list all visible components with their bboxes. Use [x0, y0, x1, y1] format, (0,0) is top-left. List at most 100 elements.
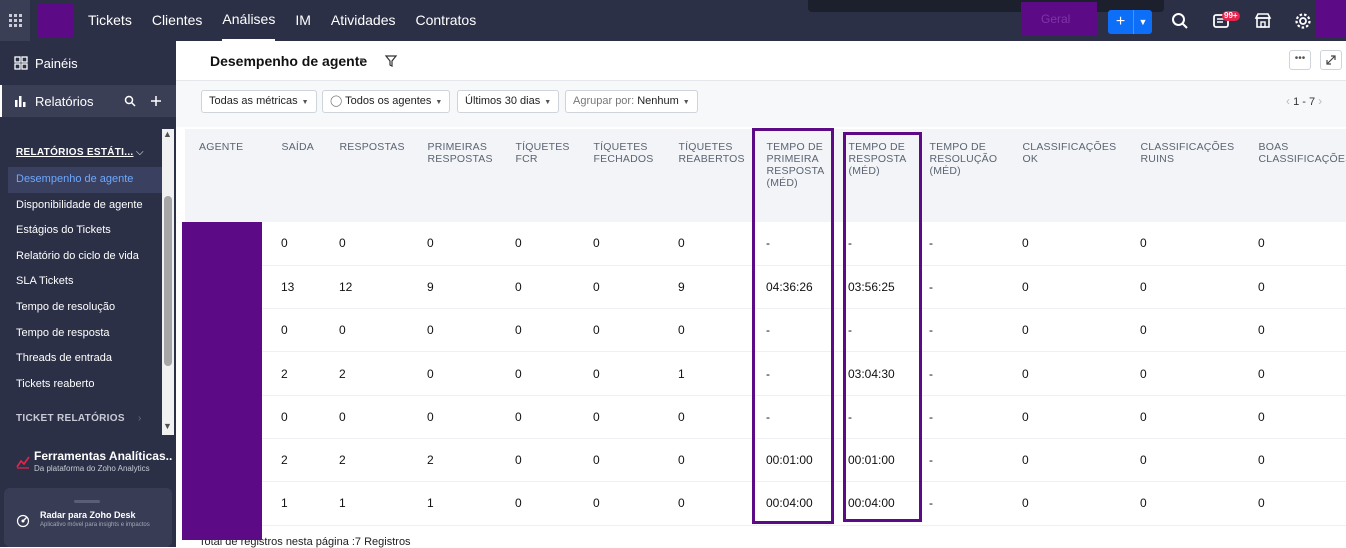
table-cell: 0 — [664, 481, 752, 526]
apps-grid-icon[interactable] — [0, 0, 30, 41]
nav-tickets[interactable]: Tickets — [88, 0, 132, 41]
table-cell: 0 — [501, 308, 579, 353]
sidebar-report-item[interactable]: Desempenho de agente — [8, 167, 162, 193]
metrics-filter[interactable]: Todas as métricas ▼ — [201, 90, 317, 113]
table-cell: 0 — [1008, 222, 1126, 266]
radar-promo-card[interactable]: Radar para Zoho Desk Aplicativo móvel pa… — [4, 488, 172, 547]
column-header[interactable]: CLASSIFICAÇÕES OK — [1008, 129, 1127, 222]
table-cell: 0 — [579, 308, 664, 353]
sidebar-report-item[interactable]: Tempo de resposta — [8, 321, 162, 347]
table-cell: 12 — [325, 265, 413, 310]
table-cell: 0 — [664, 395, 752, 439]
column-header[interactable]: PRIMEIRAS RESPOSTAS — [413, 129, 502, 222]
group-by-filter[interactable]: Agrupar por: Nenhum ▼ — [565, 90, 698, 113]
drag-handle[interactable] — [74, 500, 100, 503]
table-cell: 0 — [579, 438, 664, 483]
table-cell: 0 — [579, 481, 664, 526]
table-cell: 0 — [579, 265, 664, 310]
sidebar-report-item[interactable]: Estágios do Tickets — [8, 218, 162, 244]
plus-icon[interactable] — [150, 95, 162, 107]
scroll-up-arrow-icon[interactable]: ▲ — [163, 129, 172, 139]
table-cell: 0 — [413, 351, 501, 396]
table-cell: 2 — [325, 351, 413, 396]
column-header[interactable]: TÍQUETES FCR — [501, 129, 580, 222]
nav-im[interactable]: IM — [295, 0, 311, 41]
table-cell: 0 — [1126, 265, 1244, 310]
table-cell: - — [915, 308, 1008, 353]
table-cell: 0 — [579, 351, 664, 396]
settings-gear-icon[interactable] — [1293, 11, 1313, 31]
redacted-avatar[interactable] — [1316, 0, 1346, 38]
column-header[interactable]: TÍQUETES REABERTOS — [664, 129, 753, 222]
nav-analises[interactable]: Análises — [222, 0, 276, 41]
column-header[interactable]: TEMPO DE RESOLUÇÃO (MÉD) — [915, 129, 1009, 222]
chevron-down-icon[interactable]: ▼ — [1134, 10, 1152, 34]
sidebar-item-relatorios[interactable]: Relatórios — [0, 85, 176, 117]
filter-icon[interactable] — [384, 54, 398, 68]
agents-filter[interactable]: ◯ Todos os agentes ▼ — [322, 90, 451, 113]
table-cell: 0 — [267, 222, 325, 266]
sidebar-report-item[interactable]: Tickets reaberto — [8, 372, 162, 398]
radar-icon — [16, 514, 30, 528]
radar-subtitle: Aplicativo móvel para insights e impacto… — [40, 522, 150, 528]
table-cell: - — [915, 351, 1008, 396]
column-header[interactable]: RESPOSTAS — [325, 129, 414, 222]
table-cell: 0 — [325, 395, 413, 439]
more-options-button[interactable]: ••• — [1289, 50, 1311, 70]
table-cell: 0 — [1008, 395, 1126, 439]
table-cell: 2 — [413, 438, 501, 483]
highlight-response-column — [843, 132, 922, 522]
period-filter[interactable]: Últimos 30 dias ▼ — [457, 90, 560, 113]
period-filter-label: Últimos 30 dias — [465, 95, 541, 107]
column-header[interactable]: TÍQUETES FECHADOS — [579, 129, 665, 222]
table-cell: 0 — [1244, 438, 1346, 483]
column-header[interactable]: AGENTE — [185, 129, 268, 222]
table-cell: 2 — [325, 438, 413, 483]
next-page-icon[interactable]: › — [1318, 94, 1322, 108]
nav-contratos[interactable]: Contratos — [416, 0, 477, 41]
section-header-static-reports[interactable]: RELATÓRIOS ESTÁTI... — [16, 147, 133, 158]
sidebar-report-item[interactable]: Relatório do ciclo de vida — [8, 244, 162, 270]
chevron-down-icon[interactable]: ▼ — [358, 56, 366, 65]
scrollbar-thumb[interactable] — [164, 196, 172, 366]
table-cell: 0 — [664, 438, 752, 483]
table-cell: 0 — [501, 395, 579, 439]
nav-atividades[interactable]: Atividades — [331, 0, 396, 41]
chevron-right-icon[interactable]: › — [138, 413, 141, 424]
sidebar-report-item[interactable]: Tempo de resolução — [8, 295, 162, 321]
pagination-range: 1 - 7 — [1293, 96, 1316, 108]
table-cell: 0 — [1008, 351, 1126, 396]
sidebar-report-item[interactable]: Disponibilidade de agente — [8, 193, 162, 219]
chevron-down-icon: ▼ — [682, 99, 690, 106]
page-title[interactable]: Desempenho de agente — [210, 53, 367, 69]
table-cell: 0 — [1008, 481, 1126, 526]
table-cell: 0 — [1008, 265, 1126, 310]
column-header[interactable]: BOAS CLASSIFICAÇÕES — [1244, 129, 1346, 222]
search-icon[interactable] — [1170, 11, 1190, 31]
sidebar-report-item[interactable]: SLA Tickets — [8, 269, 162, 295]
nav-clientes[interactable]: Clientes — [152, 0, 203, 41]
add-button[interactable]: + ▼ — [1108, 10, 1152, 34]
chevron-down-icon: ▼ — [301, 99, 309, 106]
chevron-down-icon[interactable]: ⌵ — [136, 147, 144, 158]
table-cell: 0 — [267, 308, 325, 353]
dashboard-icon — [14, 56, 28, 70]
department-selector[interactable]: Geral — [1021, 2, 1097, 36]
plus-icon[interactable]: + — [1108, 10, 1134, 34]
sidebar-item-paineis[interactable]: Painéis — [0, 51, 176, 75]
analytics-tools-link[interactable]: Ferramentas Analíticas... Da plataforma … — [16, 449, 172, 473]
table-cell: 0 — [1244, 481, 1346, 526]
table-cell: 0 — [1008, 308, 1126, 353]
search-icon[interactable] — [124, 95, 136, 107]
table-cell: 0 — [501, 438, 579, 483]
table-cell: 0 — [1126, 222, 1244, 266]
column-header[interactable]: SAÍDA — [267, 129, 326, 222]
scroll-down-arrow-icon[interactable]: ▼ — [163, 421, 172, 431]
column-header[interactable]: CLASSIFICAÇÕES RUINS — [1126, 129, 1245, 222]
table-cell: 9 — [413, 265, 501, 310]
store-icon[interactable] — [1253, 11, 1273, 31]
section-header-ticket-reports[interactable]: TICKET RELATÓRIOS — [16, 413, 125, 424]
expand-button[interactable] — [1320, 50, 1342, 70]
sidebar-report-item[interactable]: Threads de entrada — [8, 346, 162, 372]
prev-page-icon[interactable]: ‹ — [1286, 94, 1290, 108]
